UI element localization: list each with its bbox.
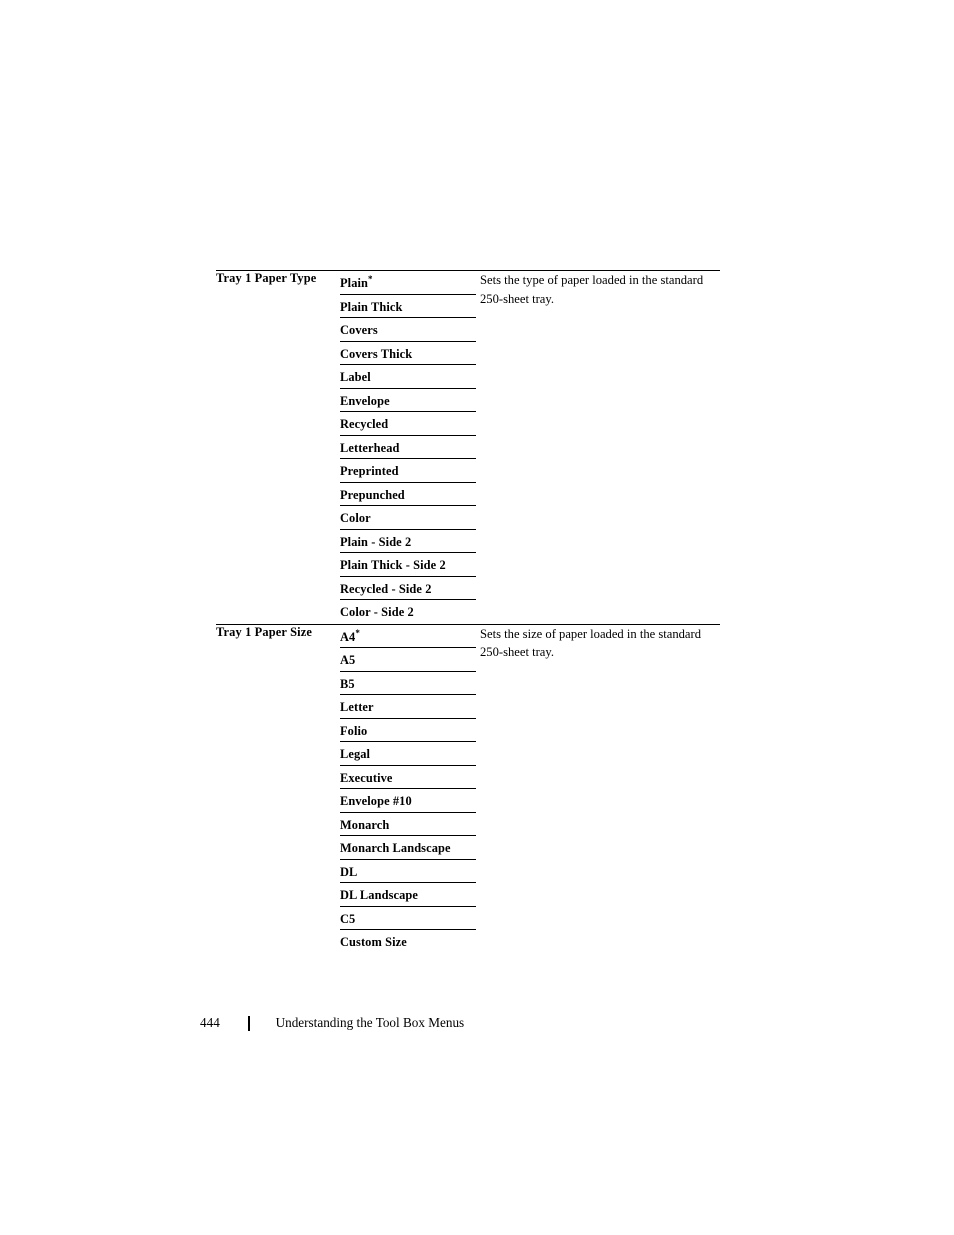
setting-option-item[interactable]: Letter	[340, 695, 476, 719]
setting-option-label: Plain - Side 2	[340, 534, 412, 549]
setting-option-label: A5	[340, 653, 356, 667]
setting-description-cell: Sets the size of paper loaded in the sta…	[480, 623, 720, 954]
setting-option-item[interactable]: Folio	[340, 719, 476, 742]
setting-option-item[interactable]: Color	[340, 506, 476, 530]
setting-option-item[interactable]: Monarch Landscape	[340, 836, 476, 860]
setting-option-item[interactable]: C5	[340, 907, 476, 930]
setting-option-item[interactable]: Letterhead	[340, 436, 476, 459]
setting-option-label: Letterhead	[340, 440, 400, 455]
setting-option-item[interactable]: Prepunched	[340, 483, 476, 506]
setting-option-label: Recycled	[340, 417, 389, 431]
setting-option-label: Covers	[340, 323, 378, 337]
setting-option-label: Color	[340, 511, 371, 525]
factory-default-asterisk: *	[355, 627, 360, 638]
setting-description: Sets the size of paper loaded in the sta…	[480, 626, 702, 660]
setting-options-list: A4* A5 B5 Letter Folio Legal Executive Envelope…	[340, 625, 476, 954]
setting-options-list: Plain* Plain Thick Covers Covers Thick Label…	[340, 271, 476, 624]
setting-name-cell: Tray 1 Paper Size	[216, 623, 340, 954]
setting-option-item[interactable]: DL	[340, 860, 476, 883]
setting-option-item[interactable]: Custom Size	[340, 930, 476, 954]
setting-option-label: Folio	[340, 723, 368, 738]
setting-option-label: Letter	[340, 700, 374, 714]
setting-name: Tray 1 Paper Size	[216, 624, 313, 639]
setting-option-label: Prepunched	[340, 487, 405, 502]
setting-name-cell: Tray 1 Paper Type	[216, 270, 340, 624]
setting-options-cell: Plain* Plain Thick Covers Covers Thick Label…	[340, 270, 480, 624]
setting-option-item[interactable]: Legal	[340, 742, 476, 766]
footer-separator-bar	[248, 1015, 250, 1031]
setting-description-cell: Sets the type of paper loaded in the sta…	[480, 270, 720, 624]
setting-option-item[interactable]: Covers Thick	[340, 342, 476, 365]
page-footer: 444 Understanding the Tool Box Menus	[200, 1013, 464, 1033]
setting-option-label: Color - Side 2	[340, 605, 414, 619]
setting-option-label: Plain	[340, 276, 369, 290]
setting-option-label: Legal	[340, 747, 371, 761]
setting-option-item[interactable]: A4*	[340, 625, 476, 648]
setting-option-item[interactable]: Plain Thick - Side 2	[340, 553, 476, 577]
setting-option-item[interactable]: Label	[340, 365, 476, 389]
document-page: Tray 1 Paper Type Plain* Plain Thick Covers…	[0, 0, 954, 1235]
factory-default-asterisk: *	[368, 273, 373, 284]
setting-description: Sets the type of paper loaded in the sta…	[480, 273, 704, 306]
settings-section-row: Tray 1 Paper Size A4* A5 B5 Letter Folio Legal…	[216, 623, 720, 954]
footer-chapter-title: Understanding the Tool Box Menus	[275, 1015, 465, 1030]
setting-option-item[interactable]: Envelope	[340, 389, 476, 412]
setting-option-label: Recycled - Side 2	[340, 581, 432, 596]
setting-option-label: Custom Size	[340, 935, 407, 949]
setting-option-label: Monarch	[340, 817, 390, 832]
setting-option-label: Monarch Landscape	[340, 841, 451, 855]
setting-option-label: B5	[340, 676, 355, 691]
setting-option-item[interactable]: Preprinted	[340, 459, 476, 483]
setting-option-label: DL Landscape	[340, 888, 418, 902]
setting-option-label: C5	[340, 911, 356, 926]
setting-option-label: Label	[340, 370, 371, 384]
setting-option-item[interactable]: Covers	[340, 318, 476, 342]
setting-option-label: DL	[340, 864, 358, 879]
footer-page-number: 444	[200, 1015, 220, 1030]
setting-option-item[interactable]: Plain - Side 2	[340, 530, 476, 553]
setting-option-label: Preprinted	[340, 464, 399, 478]
setting-option-item[interactable]: B5	[340, 672, 476, 695]
setting-option-label: A4	[340, 629, 356, 644]
setting-option-item[interactable]: Plain*	[340, 271, 476, 295]
setting-option-label: Covers Thick	[340, 346, 413, 361]
setting-option-item[interactable]: Executive	[340, 766, 476, 789]
setting-option-item[interactable]: Recycled	[340, 412, 476, 436]
setting-option-item[interactable]: Monarch	[340, 813, 476, 836]
setting-option-item[interactable]: Plain Thick	[340, 295, 476, 318]
settings-section-row: Tray 1 Paper Type Plain* Plain Thick Covers…	[216, 270, 720, 624]
tool-box-menu-settings-table: Tray 1 Paper Type Plain* Plain Thick Covers…	[216, 270, 720, 954]
setting-name: Tray 1 Paper Type	[216, 271, 317, 285]
setting-option-item[interactable]: DL Landscape	[340, 883, 476, 907]
setting-option-label: Plain Thick	[340, 299, 403, 314]
setting-option-item[interactable]: Recycled - Side 2	[340, 577, 476, 600]
setting-option-label: Plain Thick - Side 2	[340, 558, 446, 572]
setting-option-item[interactable]: Envelope #10	[340, 789, 476, 813]
setting-options-cell: A4* A5 B5 Letter Folio Legal Executive Envelope…	[340, 623, 480, 954]
settings-table-body: Tray 1 Paper Type Plain* Plain Thick Covers…	[216, 270, 720, 954]
setting-option-label: Envelope #10	[340, 794, 412, 808]
setting-option-label: Envelope	[340, 393, 390, 408]
setting-option-item[interactable]: Color - Side 2	[340, 600, 476, 624]
setting-option-label: Executive	[340, 770, 393, 785]
setting-option-item[interactable]: A5	[340, 648, 476, 672]
